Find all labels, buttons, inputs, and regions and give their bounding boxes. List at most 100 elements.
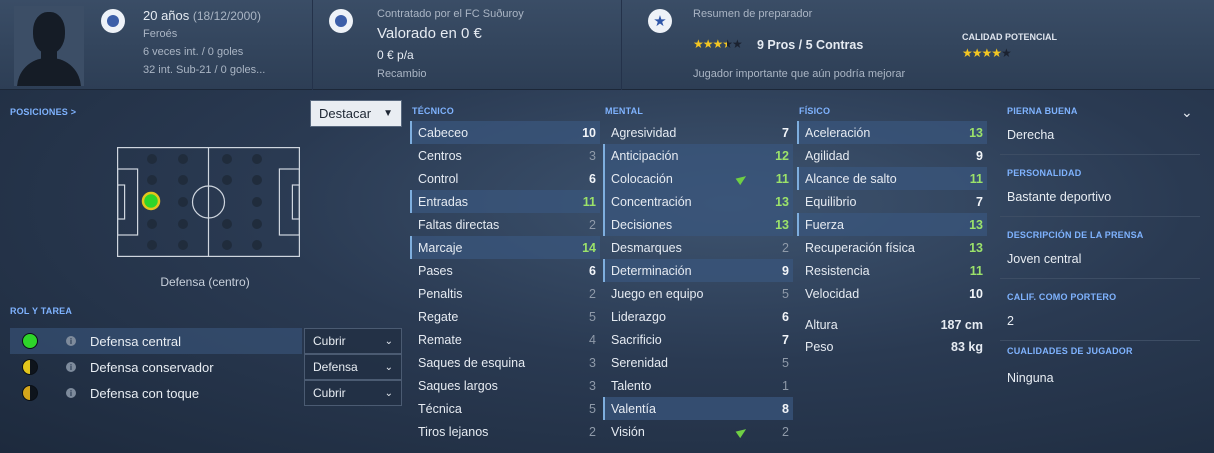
- attribute-row[interactable]: Determinación 9: [603, 259, 793, 282]
- attribute-name: Talento: [611, 378, 652, 393]
- attribute-value: 6: [589, 263, 596, 278]
- attribute-row[interactable]: Anticipación 12: [603, 144, 793, 167]
- attribute-row[interactable]: Juego en equipo 5: [603, 282, 793, 305]
- weight-row: Peso 83 kg: [797, 340, 987, 354]
- attribute-value: 13: [969, 125, 983, 140]
- gk-rating-label: CALIF. COMO PORTERO: [1007, 292, 1117, 302]
- info-icon[interactable]: i: [66, 388, 76, 398]
- attribute-row[interactable]: Saques largos 3: [410, 374, 600, 397]
- coach-summary-label: Resumen de preparador: [693, 8, 813, 20]
- attribute-row[interactable]: Tiros lejanos 2: [410, 420, 600, 443]
- attribute-name: Faltas directas: [418, 217, 500, 232]
- contract-club-icon[interactable]: [329, 9, 353, 33]
- attribute-name: Anticipación: [611, 148, 679, 163]
- height-value: 187 cm: [940, 318, 983, 332]
- attribute-row[interactable]: Remate 4: [410, 328, 600, 351]
- attribute-row[interactable]: Serenidad 5: [603, 351, 793, 374]
- position-marker: [141, 191, 161, 211]
- mental-title: MENTAL: [605, 106, 644, 116]
- chevron-down-icon: ⌄: [384, 387, 393, 399]
- attribute-row[interactable]: Equilibrio 7: [797, 190, 987, 213]
- attribute-row[interactable]: Concentración 13: [603, 190, 793, 213]
- role-row[interactable]: i Defensa central: [10, 328, 302, 354]
- attribute-row[interactable]: Liderazgo 6: [603, 305, 793, 328]
- attribute-row[interactable]: Velocidad 10: [797, 282, 987, 305]
- role-row[interactable]: i Defensa con toque: [10, 380, 302, 406]
- info-icon[interactable]: i: [66, 362, 76, 372]
- attribute-row[interactable]: Sacrificio 7: [603, 328, 793, 351]
- attribute-row[interactable]: Faltas directas 2: [410, 213, 600, 236]
- attribute-value: 6: [589, 171, 596, 186]
- weight-label: Peso: [805, 340, 834, 354]
- attribute-row[interactable]: Talento 1: [603, 374, 793, 397]
- attribute-value: 11: [969, 171, 983, 186]
- attribute-value: 14: [582, 240, 596, 255]
- duty-dropdown[interactable]: Cubrir ⌄: [304, 328, 402, 354]
- attribute-value: 1: [782, 378, 789, 393]
- attribute-name: Desmarques: [611, 240, 682, 255]
- attribute-row[interactable]: Regate 5: [410, 305, 600, 328]
- attribute-value: 2: [782, 240, 789, 255]
- chevron-down-icon[interactable]: ⌄: [1181, 104, 1193, 121]
- attribute-row[interactable]: Fuerza 13: [797, 213, 987, 236]
- physical-title: FÍSICO: [799, 106, 831, 116]
- attribute-row[interactable]: Resistencia 11: [797, 259, 987, 282]
- attribute-name: Cabeceo: [418, 125, 469, 140]
- attribute-name: Resistencia: [805, 263, 870, 278]
- positions-title[interactable]: POSICIONES >: [10, 107, 76, 117]
- coach-rating-stars: ★★★★★: [693, 37, 743, 51]
- weight-value: 83 kg: [951, 340, 983, 354]
- attribute-value: 6: [782, 309, 789, 324]
- attribute-name: Tiros lejanos: [418, 424, 489, 439]
- traits-label: CUALIDADES DE JUGADOR: [1007, 346, 1133, 356]
- duty-dropdown[interactable]: Cubrir ⌄: [304, 380, 402, 406]
- attribute-row[interactable]: Control 6: [410, 167, 600, 190]
- role-row[interactable]: i Defensa conservador: [10, 354, 302, 380]
- attribute-name: Regate: [418, 309, 459, 324]
- potential-label: CALIDAD POTENCIAL: [962, 32, 1057, 42]
- highlight-dropdown[interactable]: Destacar ▼: [310, 100, 402, 127]
- attribute-name: Marcaje: [418, 240, 463, 255]
- club-crest-icon[interactable]: [101, 9, 125, 33]
- attribute-row[interactable]: Recuperación física 13: [797, 236, 987, 259]
- attribute-name: Velocidad: [805, 286, 860, 301]
- attribute-value: 11: [582, 194, 596, 209]
- attribute-value: 7: [782, 125, 789, 140]
- attribute-row[interactable]: Centros 3: [410, 144, 600, 167]
- attribute-row[interactable]: Agresividad 7: [603, 121, 793, 144]
- player-header: 20 años (18/12/2000) Feroés 6 veces int.…: [0, 0, 1214, 90]
- attribute-row[interactable]: Desmarques 2: [603, 236, 793, 259]
- attribute-row[interactable]: Colocación 11: [603, 167, 793, 190]
- attribute-name: Aceleración: [805, 125, 871, 140]
- attribute-name: Penaltis: [418, 286, 463, 301]
- attribute-name: Control: [418, 171, 459, 186]
- attribute-row[interactable]: Saques de esquina 3: [410, 351, 600, 374]
- attribute-row[interactable]: Agilidad 9: [797, 144, 987, 167]
- attribute-value: 10: [582, 125, 596, 140]
- attribute-row[interactable]: Pases 6: [410, 259, 600, 282]
- attribute-row[interactable]: Penaltis 2: [410, 282, 600, 305]
- duty-dropdown[interactable]: Defensa ⌄: [304, 354, 402, 380]
- coach-star-icon[interactable]: ★: [648, 9, 672, 33]
- attribute-row[interactable]: Marcaje 14: [410, 236, 600, 259]
- attribute-row[interactable]: Decisiones 13: [603, 213, 793, 236]
- attribute-row[interactable]: Técnica 5: [410, 397, 600, 420]
- squad-status: Recambio: [377, 68, 427, 80]
- attribute-name: Juego en equipo: [611, 286, 704, 301]
- attribute-row[interactable]: Alcance de salto 11: [797, 167, 987, 190]
- player-value: Valorado en 0 €: [377, 25, 482, 42]
- attribute-row[interactable]: Valentía 8: [603, 397, 793, 420]
- attribute-row[interactable]: Visión 2: [603, 420, 793, 443]
- attribute-name: Centros: [418, 148, 462, 163]
- attribute-value: 2: [589, 424, 596, 439]
- info-icon[interactable]: i: [66, 336, 76, 346]
- player-avatar: [14, 6, 84, 86]
- attribute-name: Serenidad: [611, 355, 668, 370]
- role-suitability-icon: [22, 359, 38, 375]
- attribute-row[interactable]: Cabeceo 10: [410, 121, 600, 144]
- attribute-row[interactable]: Aceleración 13: [797, 121, 987, 144]
- height-label: Altura: [805, 318, 838, 332]
- attribute-row[interactable]: Entradas 11: [410, 190, 600, 213]
- attribute-value: 5: [589, 309, 596, 324]
- attribute-name: Concentración: [611, 194, 692, 209]
